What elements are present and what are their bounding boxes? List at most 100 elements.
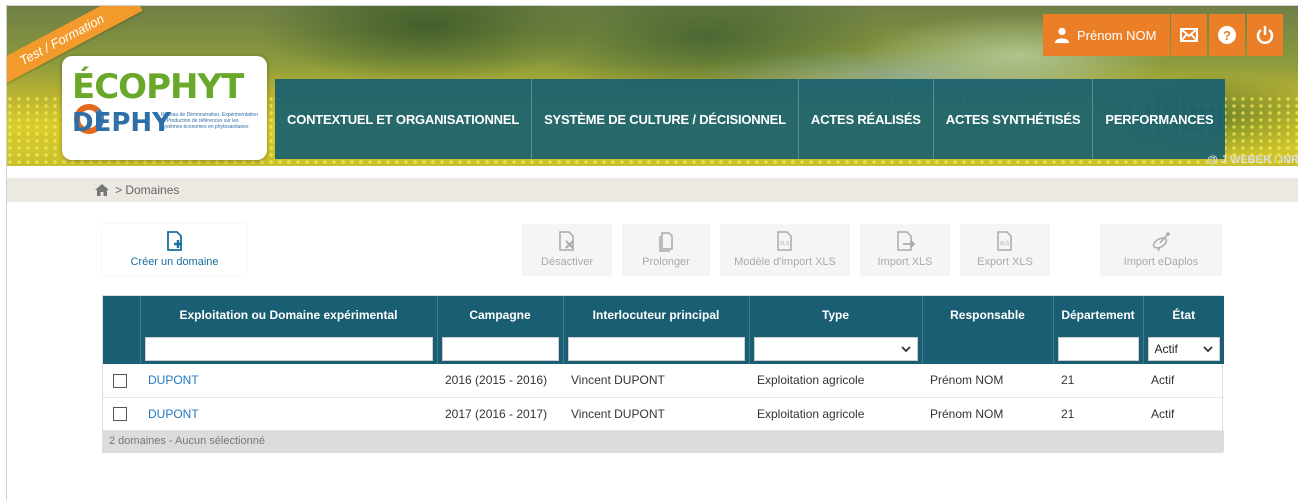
cell-interlocuteur: Vincent DUPONT [563,397,749,431]
filter-row: Actif [103,334,1224,364]
export-xls-icon: XLS [997,231,1012,251]
cell-type: Exploitation agricole [749,364,922,398]
domain-toolbar: Créer un domaine Désactiver Prolonger XL… [102,224,1222,276]
add-document-icon [166,231,182,251]
cell-exploitation: DUPONT [140,364,437,398]
nav-systeme-de-culture[interactable]: SYSTÈME DE CULTURE / DÉCISIONNEL [532,79,799,159]
cell-etat: Actif [1143,364,1224,398]
table-row[interactable]: DUPONT 2016 (2015 - 2016) Vincent DUPONT… [103,364,1224,398]
cell-interlocuteur: Vincent DUPONT [563,364,749,398]
selection-summary: 2 domaines - Aucun sélectionné [103,430,1224,452]
cell-responsable: Prénom NOM [922,397,1053,431]
import-edaplos-label: Import eDaplos [1123,256,1199,268]
cell-departement: 21 [1053,397,1143,431]
table-row[interactable]: DUPONT 2017 (2016 - 2017) Vincent DUPONT… [103,397,1224,431]
filter-cell-exploitation [140,334,438,364]
column-header-departement[interactable]: Département [1053,296,1144,334]
chevron-down-icon [900,346,911,352]
person-icon [1054,27,1070,44]
cell-responsable: Prénom NOM [922,364,1053,398]
nav-contextuel[interactable]: CONTEXTUEL ET ORGANISATIONNEL [275,79,533,159]
filter-cell-type [749,334,923,364]
nav-actes-synthetises[interactable]: ACTES SYNTHÉTISÉS [934,79,1094,159]
help-icon: ? [1218,26,1237,44]
filter-cell-etat: Actif [1143,334,1224,364]
table-header-row: Exploitation ou Domaine expérimental Cam… [103,296,1224,334]
logo-tagline: Réseau de Démonstration, Expérimentation… [161,112,258,130]
filter-etat-value: Actif [1154,342,1178,356]
help-button[interactable]: ? [1209,14,1246,56]
filter-etat-select[interactable]: Actif [1147,337,1220,361]
mail-button[interactable] [1171,14,1208,56]
user-bar: Prénom NOM ? [1043,14,1285,56]
satellite-icon [1152,232,1170,252]
column-header-type[interactable]: Type [749,296,923,334]
user-menu-button[interactable]: Prénom NOM [1043,14,1171,56]
filter-interlocuteur-input[interactable] [567,337,745,361]
import-xls-icon [897,231,916,251]
deactivate-button[interactable]: Désactiver [522,224,612,276]
cell-campagne: 2017 (2016 - 2017) [437,397,563,431]
home-icon[interactable] [95,184,109,196]
domains-table: Exploitation ou Domaine expérimental Cam… [102,295,1224,453]
domain-link[interactable]: DUPONT [148,407,199,421]
filter-cell-responsable [922,334,1054,364]
cell-departement: 21 [1053,364,1143,398]
cell-exploitation: DUPONT [140,397,437,431]
domain-link[interactable]: DUPONT [148,373,199,387]
photo-credit: @ J WEBER / INR [1206,154,1298,166]
row-select-cell [103,397,140,431]
row-select-cell [103,364,140,398]
filter-type-select[interactable] [753,337,918,361]
import-template-button[interactable]: XLS Modèle d'import XLS [720,224,850,276]
breadcrumb: > Domaines [7,178,1298,202]
nav-actes-realises[interactable]: ACTES RÉALISÉS [799,79,934,159]
column-header-interlocuteur[interactable]: Interlocuteur principal [563,296,750,334]
cell-campagne: 2016 (2015 - 2016) [437,364,563,398]
copy-document-icon [659,232,673,252]
create-domain-label: Créer un domaine [130,256,219,268]
filter-departement-input[interactable] [1057,337,1139,361]
logo-subtitle: DEPHY [72,108,171,138]
user-name: Prénom NOM [1077,27,1157,43]
svg-text:XLS: XLS [780,241,790,247]
main-nav: CONTEXTUEL ET ORGANISATIONNEL SYSTÈME DE… [275,79,1226,159]
create-domain-button[interactable]: Créer un domaine [102,224,247,276]
column-header-responsable[interactable]: Responsable [922,296,1054,334]
row-checkbox[interactable] [113,373,127,388]
column-header-campagne[interactable]: Campagne [437,296,564,334]
table-footer-row: 2 domaines - Aucun sélectionné [103,430,1224,452]
nav-performances[interactable]: PERFORMANCES [1093,79,1225,159]
filter-cell-departement [1053,334,1144,364]
ecophyto-logo[interactable]: ÉCOPHYT DEPHY Réseau de Démonstration, E… [62,56,267,160]
deactivate-label: Désactiver [541,256,593,268]
mail-icon [1180,28,1199,42]
import-edaplos-button[interactable]: Import eDaplos [1100,224,1222,276]
xls-template-icon: XLS [777,231,792,251]
column-header-etat[interactable]: État [1143,296,1224,334]
cell-type: Exploitation agricole [749,397,922,431]
svg-text:XLS: XLS [1000,241,1010,247]
row-checkbox[interactable] [113,406,127,421]
import-template-label: Modèle d'import XLS [734,256,836,268]
export-xls-label: Export XLS [977,256,1033,268]
extend-label: Prolonger [642,256,690,268]
breadcrumb-current: > Domaines [115,183,180,197]
filter-cell-empty [103,334,141,364]
filter-campagne-input[interactable] [441,337,559,361]
column-header-exploitation[interactable]: Exploitation ou Domaine expérimental [140,296,438,334]
svg-text:?: ? [1223,28,1231,43]
deactivate-document-icon [559,231,574,251]
app-frame: Test / Formation ÉCOPHYT DEPHY Réseau de… [6,5,1298,500]
export-xls-button[interactable]: XLS Export XLS [960,224,1050,276]
power-icon [1257,26,1274,44]
filter-cell-interlocuteur [563,334,750,364]
select-column-header [103,296,141,334]
import-xls-button[interactable]: Import XLS [860,224,950,276]
extend-button[interactable]: Prolonger [622,224,710,276]
cell-etat: Actif [1143,397,1224,431]
filter-exploitation-input[interactable] [144,337,433,361]
header-banner: Test / Formation ÉCOPHYT DEPHY Réseau de… [7,6,1298,166]
logout-button[interactable] [1247,14,1284,56]
filter-cell-campagne [437,334,564,364]
